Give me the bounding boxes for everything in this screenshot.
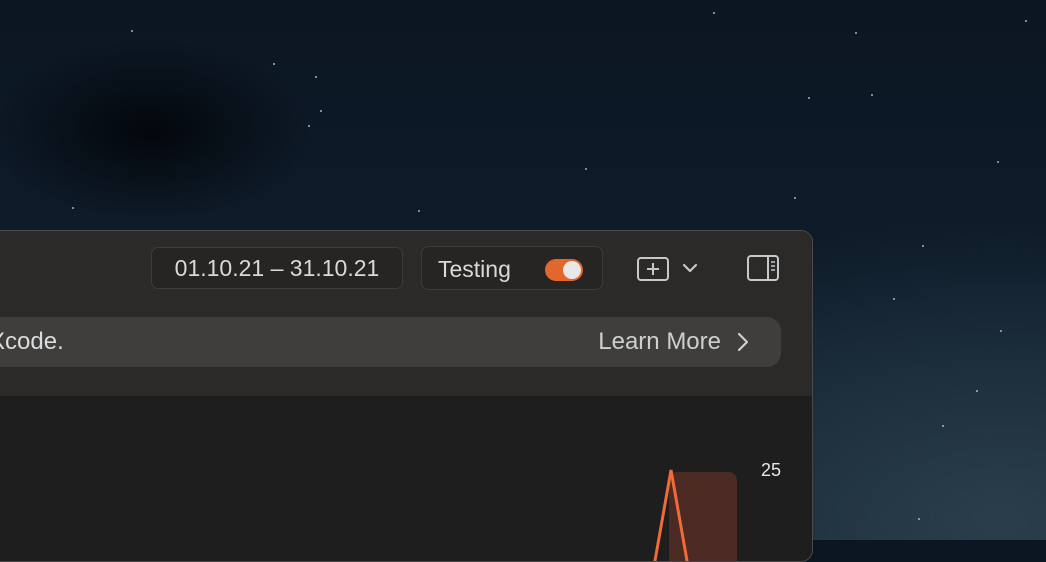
date-range-picker[interactable]: 01.10.21 – 31.10.21 [151,247,403,289]
toggle-knob [563,261,581,279]
wallpaper-star [997,161,999,163]
wallpaper-star [1000,330,1002,332]
wallpaper-star [585,168,587,170]
chevron-down-icon[interactable] [681,261,699,275]
wallpaper-star [942,425,944,427]
chart-canvas [653,469,737,561]
wallpaper-star [871,94,873,96]
banner-text: n Xcode. [0,328,64,355]
usage-chart: 25 [0,396,812,561]
testing-toggle[interactable] [545,259,583,281]
wallpaper-star [1025,20,1027,22]
testing-toggle-group[interactable]: Testing [421,246,603,290]
wallpaper-star [131,30,133,32]
wallpaper-star [273,63,275,65]
app-window: 01.10.21 – 31.10.21 Testing n Xcode. Lea… [0,230,813,562]
wallpaper-star [808,97,810,99]
wallpaper-star [976,390,978,392]
sidebar-right-icon[interactable] [747,255,779,281]
wallpaper-star [855,32,857,34]
learn-more-link[interactable]: Learn More [598,317,721,367]
info-banner: n Xcode. Learn More [0,317,781,367]
wallpaper-star [893,298,895,300]
y-axis-tick-label: 25 [761,460,782,480]
wallpaper-star [72,207,74,209]
wallpaper-star [713,12,715,14]
wallpaper-star [794,197,796,199]
wallpaper-star [918,518,920,520]
wallpaper-star [418,210,420,212]
wallpaper-star [308,125,310,127]
chevron-right-icon[interactable] [735,331,751,353]
plus-square-icon[interactable] [637,257,669,281]
wallpaper-star [320,110,322,112]
wallpaper-star [922,245,924,247]
testing-label: Testing [438,256,511,282]
wallpaper-star [315,76,317,78]
toolbar: 01.10.21 – 31.10.21 Testing n Xcode. Lea… [0,231,812,396]
